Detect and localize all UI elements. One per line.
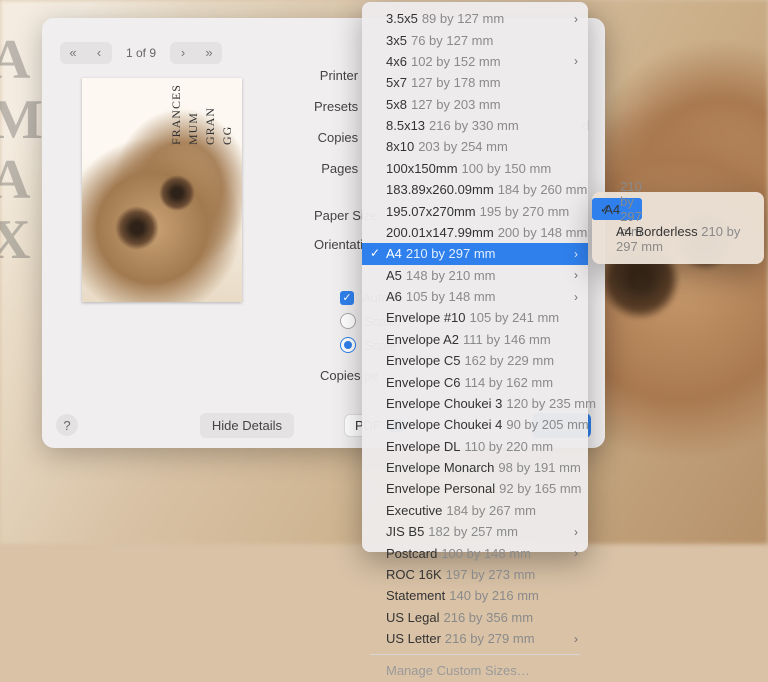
- last-page-button[interactable]: »: [196, 42, 222, 64]
- menu-separator: [370, 654, 580, 655]
- preview-photo: FRANCES MUM GRAN GG: [82, 78, 242, 302]
- paper-size-option[interactable]: 8x10 203 by 254 mm: [362, 136, 588, 157]
- paper-size-option[interactable]: 8.5x13 216 by 330 mm: [362, 115, 588, 136]
- first-page-button[interactable]: «: [60, 42, 86, 64]
- paper-size-option[interactable]: Envelope #10 105 by 241 mm: [362, 307, 588, 328]
- chevron-right-icon: ›: [574, 290, 578, 304]
- paper-size-variant[interactable]: A4 210 by 297 mm: [592, 198, 642, 220]
- paper-size-menu[interactable]: 3.5x5 89 by 127 mm›3x5 76 by 127 mm4x6 1…: [362, 2, 588, 552]
- paper-size-option[interactable]: 100x150mm 100 by 150 mm: [362, 158, 588, 179]
- paper-size-option[interactable]: 3x5 76 by 127 mm: [362, 29, 588, 50]
- nav-left-group: « ‹: [60, 42, 112, 64]
- paper-size-option[interactable]: US Legal 216 by 356 mm: [362, 607, 588, 628]
- paper-size-option[interactable]: ROC 16K 197 by 273 mm: [362, 564, 588, 585]
- prev-page-button[interactable]: ‹: [86, 42, 112, 64]
- paper-size-option[interactable]: Executive 184 by 267 mm: [362, 500, 588, 521]
- paper-size-option[interactable]: Statement 140 by 216 mm: [362, 585, 588, 606]
- paper-size-variant[interactable]: A4 Borderless 210 by 297 mm: [592, 220, 764, 258]
- paper-size-option[interactable]: Envelope Personal 92 by 165 mm: [362, 478, 588, 499]
- chevron-right-icon: ›: [574, 54, 578, 68]
- radio-icon: [340, 313, 356, 329]
- paper-size-submenu[interactable]: A4 210 by 297 mmA4 Borderless 210 by 297…: [592, 192, 764, 264]
- paper-size-option[interactable]: A6 105 by 148 mm›: [362, 286, 588, 307]
- paper-size-option[interactable]: US Letter 216 by 279 mm›: [362, 628, 588, 649]
- chevron-right-icon: ›: [574, 525, 578, 539]
- paper-size-option[interactable]: Envelope DL 110 by 220 mm: [362, 436, 588, 457]
- hide-details-button[interactable]: Hide Details: [200, 413, 294, 438]
- field-labels-1: Printer Presets Copies Pages: [314, 68, 358, 176]
- paper-size-option[interactable]: 5x8 127 by 203 mm: [362, 94, 588, 115]
- pages-label: Pages: [314, 161, 358, 176]
- chevron-right-icon: ›: [574, 12, 578, 26]
- radio-icon: [340, 337, 356, 353]
- paper-size-option[interactable]: Envelope Choukei 3 120 by 235 mm: [362, 393, 588, 414]
- paper-size-option[interactable]: Postcard 100 by 148 mm›: [362, 542, 588, 563]
- paper-size-option[interactable]: A4 210 by 297 mm›: [362, 243, 588, 264]
- presets-label: Presets: [314, 99, 358, 114]
- paper-size-option[interactable]: 3.5x5 89 by 127 mm›: [362, 8, 588, 29]
- next-page-button[interactable]: ›: [170, 42, 196, 64]
- check-icon: ✓: [340, 291, 354, 305]
- chevron-right-icon: ›: [574, 546, 578, 560]
- paper-size-option[interactable]: Envelope C6 114 by 162 mm: [362, 371, 588, 392]
- paper-size-option[interactable]: 183.89x260.09mm 184 by 260 mm: [362, 179, 588, 200]
- chevron-right-icon: ›: [574, 247, 578, 261]
- paper-size-option[interactable]: JIS B5 182 by 257 mm›: [362, 521, 588, 542]
- paper-size-option[interactable]: 5x7 127 by 178 mm: [362, 72, 588, 93]
- page-nav: « ‹ 1 of 9 › »: [60, 42, 222, 64]
- copies-label: Copies: [314, 130, 358, 145]
- manage-custom-sizes[interactable]: Manage Custom Sizes…: [362, 660, 588, 681]
- paper-size-option[interactable]: Envelope Choukei 4 90 by 205 mm: [362, 414, 588, 435]
- paper-size-option[interactable]: Envelope A2 111 by 146 mm: [362, 329, 588, 350]
- paper-size-option[interactable]: 200.01x147.99mm 200 by 148 mm: [362, 222, 588, 243]
- chevron-right-icon: ›: [574, 268, 578, 282]
- nav-right-group: › »: [170, 42, 222, 64]
- background-text-decor: AM AX: [0, 30, 43, 270]
- help-button[interactable]: ?: [56, 414, 78, 436]
- page-indicator: 1 of 9: [126, 46, 156, 60]
- paper-size-option[interactable]: Envelope Monarch 98 by 191 mm: [362, 457, 588, 478]
- print-preview: FRANCES MUM GRAN GG: [82, 78, 242, 302]
- paper-size-option[interactable]: Envelope C5 162 by 229 mm: [362, 350, 588, 371]
- paper-size-option[interactable]: A5 148 by 210 mm›: [362, 265, 588, 286]
- chevron-right-icon: ›: [574, 632, 578, 646]
- paper-size-option[interactable]: 195.07x270mm 195 by 270 mm: [362, 200, 588, 221]
- printer-label: Printer: [314, 68, 358, 83]
- preview-names: FRANCES MUM GRAN GG: [168, 84, 236, 145]
- paper-size-option[interactable]: 4x6 102 by 152 mm›: [362, 51, 588, 72]
